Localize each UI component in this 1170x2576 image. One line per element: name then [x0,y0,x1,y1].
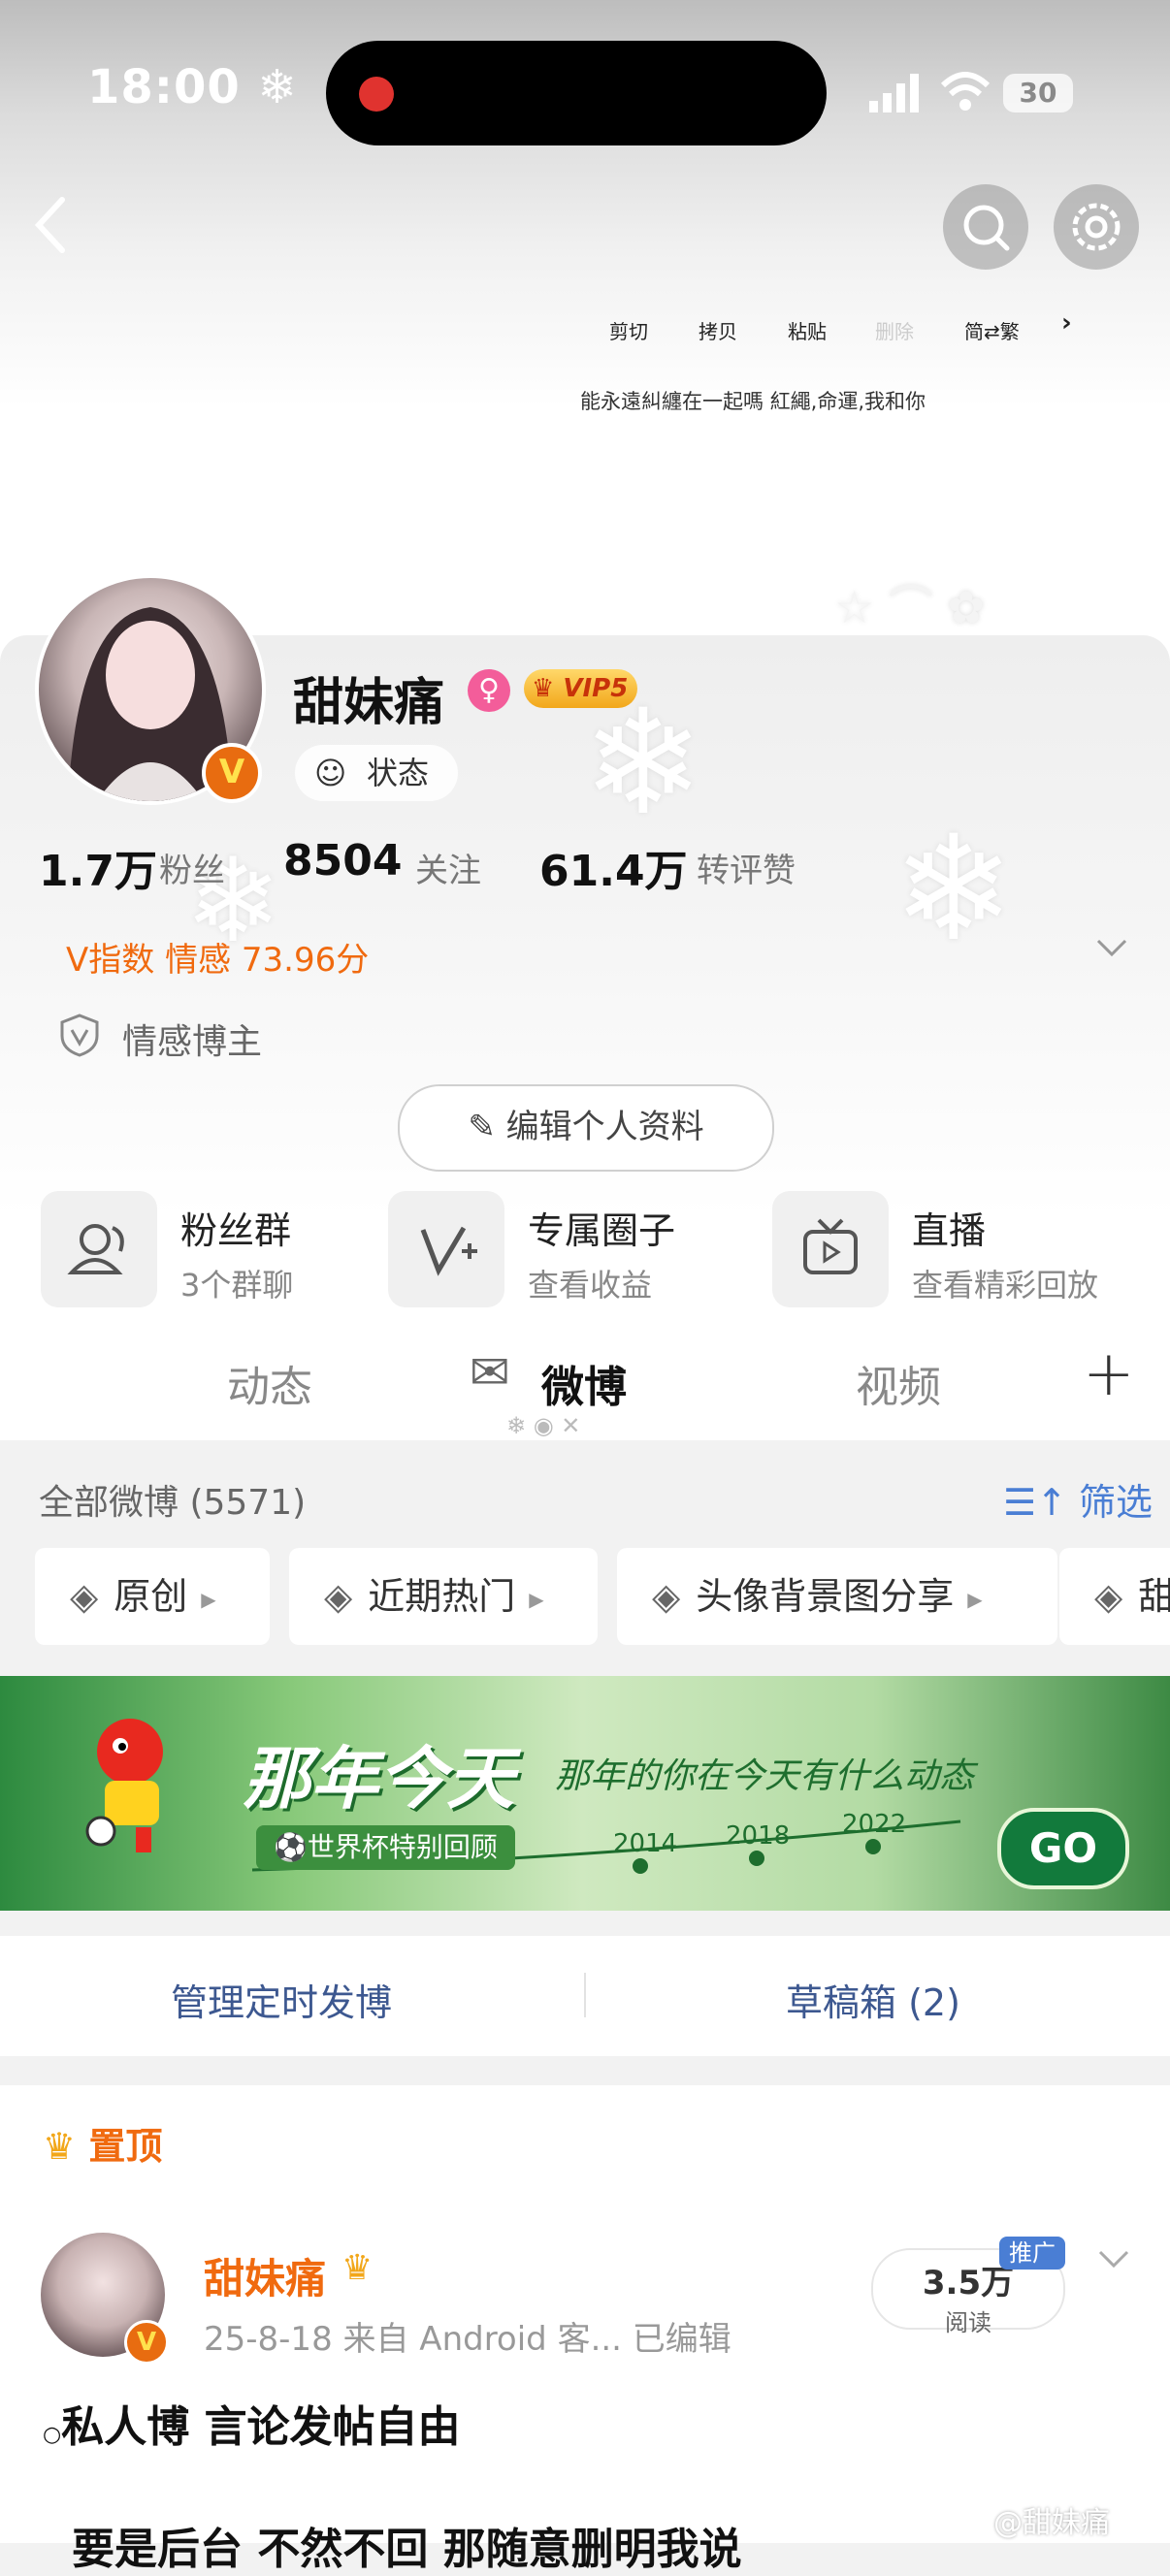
wifi-icon [940,70,991,116]
live-subtitle: 查看精彩回放 [912,1267,1099,1304]
dynamic-island [326,41,827,145]
scheduled-posts-button[interactable]: 管理定时发博 [171,1973,392,2026]
status-label: 状态 [367,755,430,791]
banner-subtitle: 那年的你在今天有什么动态 [555,1756,975,1796]
menu-copy[interactable]: 拷贝 [699,316,737,344]
interactions-count[interactable]: 61.4万 [539,836,688,898]
edit-profile-button[interactable]: ✎ 编辑个人资料 [398,1084,774,1172]
layers-icon: ◈ [1094,1575,1123,1618]
post-text: ○私人博 言论发帖自由 [43,2402,461,2452]
verified-badge-icon: V [202,743,262,803]
layers-icon: ◈ [70,1575,99,1618]
chip-more[interactable]: ◈ 甜 [1059,1548,1170,1645]
year-label: 2018 [726,1821,791,1851]
shield-v-icon [58,1013,101,1061]
layers-icon: ◈ [652,1575,681,1618]
menu-cut[interactable]: 剪切 [609,316,648,344]
bone-decoration: ☆ ⌒ ✿ [834,581,986,633]
back-icon[interactable] [29,194,72,260]
chip-original[interactable]: ◈ 原创 ▶ [35,1548,270,1645]
post-text-continued: 要是后台 不然不回 那随意删明我说 [72,2525,742,2574]
fans-label: 粉丝 [159,852,225,890]
vip-crown-icon: ♛ [341,2248,374,2288]
selected-text-snippet: 能永遠糾纏在一起嗎 紅繩,命運,我和你 [580,390,926,413]
plus-icon[interactable]: + [1083,1338,1135,1410]
weibo-mascot [81,1713,198,1858]
female-icon: ♀ [468,669,510,712]
vip-badge[interactable]: ♛ VIP5 [524,669,638,708]
exclusive-circle-title[interactable]: 专属圈子 [528,1201,675,1254]
v-index[interactable]: V指数 情感 73.96分 [66,933,369,981]
circle-v-icon[interactable] [388,1191,504,1307]
recording-indicator [359,77,394,112]
fans-group-title[interactable]: 粉丝群 [180,1201,291,1254]
tab-decoration: ❄ ◉ ✕ [506,1412,581,1439]
status-time: 18:00 ❄ [87,60,298,114]
year-label: 2022 [842,1810,907,1839]
signal-icon [869,74,924,116]
following-count[interactable]: 8504 [283,836,402,886]
live-tv-icon[interactable] [772,1191,889,1307]
status-face-icon: ☺ [314,755,347,791]
tab-video[interactable]: 视频 [856,1352,941,1414]
chip-recent-hot[interactable]: ◈ 近期热门 ▶ [289,1548,598,1645]
post-author[interactable]: 甜妹痛 [204,2246,326,2305]
live-title[interactable]: 直播 [912,1201,986,1254]
layers-icon: ◈ [324,1575,353,1618]
year-label: 2014 [613,1829,678,1858]
all-weibo-count: 全部微博 (5571) [39,1483,307,1523]
crown-icon: ♛ [43,2125,77,2168]
search-button[interactable] [943,184,1028,270]
menu-convert[interactable]: 简⇄繁 [964,316,1020,344]
following-label: 关注 [415,852,481,890]
banner-title: 那年今天 [243,1739,514,1819]
fans-group-icon[interactable] [41,1191,157,1307]
promote-tag[interactable]: 推广 [999,2237,1065,2270]
menu-paste[interactable]: 粘贴 [788,316,827,344]
filter-button[interactable]: ☰↑ 筛选 [1003,1472,1153,1526]
search-icon [963,205,1010,251]
blogger-type: 情感博主 [122,1022,263,1062]
chevron-down-icon[interactable] [1094,2244,1133,2281]
interactions-label: 转评赞 [697,852,796,890]
snowflake-decoration: ❄ [893,805,1015,974]
menu-more-icon[interactable]: › [1061,308,1072,338]
settings-button[interactable] [1054,184,1139,270]
fans-count[interactable]: 1.7万 [39,836,157,898]
settings-icon [1072,203,1121,251]
profile-name: 甜妹痛 [293,674,445,732]
soccer-ball-icon: ⚽ [274,1831,308,1863]
chevron-down-icon[interactable] [1092,933,1131,970]
pencil-icon: ✎ [468,1108,496,1146]
filter-icon: ☰↑ [1003,1481,1067,1524]
watermark: @甜妹痛 [993,2506,1110,2540]
fans-group-subtitle: 3个群聊 [180,1267,294,1304]
exclusive-circle-subtitle: 查看收益 [528,1267,653,1304]
drafts-button[interactable]: 草稿箱 (2) [786,1973,960,2026]
verified-badge-icon: V [124,2320,169,2365]
tab-feed[interactable]: 动态 [227,1352,312,1414]
mailbox-icon: ✉ [470,1344,510,1401]
status-button[interactable]: ☺ 状态 [295,745,458,801]
battery-indicator: 30 [1003,74,1073,113]
chip-avatar-share[interactable]: ◈ 头像背景图分享 ▶ [617,1548,1057,1645]
menu-delete[interactable]: 删除 [875,316,914,344]
divider [584,1973,586,2017]
read-count-label: 阅读 [945,2309,991,2336]
pinned-label: ♛ 置顶 [43,2125,163,2168]
post-meta: 25-8-18 来自 Android 客... 已编辑 [204,2320,731,2359]
crown-icon: ♛ [532,674,555,703]
tab-weibo[interactable]: 微博 [541,1352,627,1414]
go-button[interactable]: GO [997,1808,1129,1889]
banner-tag: ⚽世界杯特别回顾 [256,1825,515,1870]
